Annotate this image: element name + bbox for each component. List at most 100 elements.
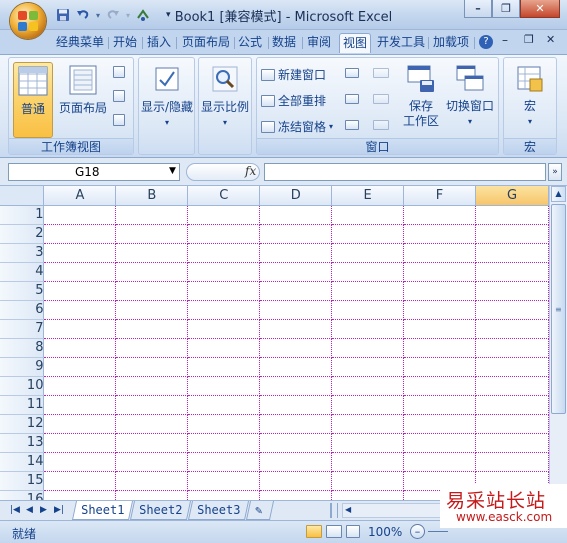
row-header[interactable]: 9 — [0, 357, 45, 377]
cell[interactable] — [187, 376, 261, 396]
cell[interactable] — [403, 433, 476, 453]
cell[interactable] — [403, 338, 476, 358]
cell[interactable] — [475, 433, 549, 453]
cell[interactable] — [331, 490, 405, 500]
zoom-button[interactable]: 显示比例 ▾ — [199, 62, 251, 138]
row-header[interactable]: 10 — [0, 376, 45, 396]
cell[interactable] — [259, 319, 333, 339]
row-header[interactable]: 15 — [0, 471, 45, 491]
close-button[interactable]: ✕ — [520, 0, 560, 18]
cell[interactable] — [403, 376, 476, 396]
vertical-scrollbar[interactable]: ▲ ≡ — [549, 186, 567, 500]
row-header[interactable]: 6 — [0, 300, 45, 320]
column-header-c[interactable]: C — [187, 186, 261, 206]
cell[interactable] — [259, 433, 333, 453]
cell[interactable] — [331, 452, 405, 472]
cell[interactable] — [115, 452, 189, 472]
cell[interactable] — [43, 281, 117, 301]
cell[interactable] — [259, 452, 333, 472]
cell[interactable] — [403, 281, 476, 301]
cell[interactable] — [331, 281, 405, 301]
cell[interactable] — [259, 243, 333, 263]
cell[interactable] — [187, 471, 261, 491]
expand-formula-bar-icon[interactable]: » — [548, 163, 562, 181]
cell[interactable] — [403, 262, 476, 282]
cell[interactable] — [475, 243, 549, 263]
cell[interactable] — [259, 471, 333, 491]
cell[interactable] — [331, 357, 405, 377]
column-header-g[interactable]: G — [475, 186, 549, 206]
tab-data[interactable]: 数据 — [270, 33, 298, 53]
cell[interactable] — [475, 338, 549, 358]
help-icon[interactable]: ? — [479, 35, 493, 49]
cell[interactable] — [187, 433, 261, 453]
ribbon-restore-icon[interactable]: ❐ — [524, 33, 534, 46]
cell[interactable] — [331, 224, 405, 244]
view-side-by-side-icon[interactable] — [373, 68, 389, 78]
cell[interactable] — [475, 224, 549, 244]
cell[interactable] — [115, 262, 189, 282]
row-header[interactable]: 12 — [0, 414, 45, 434]
cell[interactable] — [403, 357, 476, 377]
cell[interactable] — [259, 262, 333, 282]
cell[interactable] — [331, 338, 405, 358]
cell[interactable] — [187, 395, 261, 415]
cell[interactable] — [475, 319, 549, 339]
cell[interactable] — [475, 452, 549, 472]
cell[interactable] — [403, 414, 476, 434]
cell[interactable] — [259, 357, 333, 377]
cell[interactable] — [43, 395, 117, 415]
cell[interactable] — [187, 243, 261, 263]
cell[interactable] — [115, 300, 189, 320]
cell[interactable] — [187, 338, 261, 358]
cell[interactable] — [115, 357, 189, 377]
cell[interactable] — [115, 243, 189, 263]
cell[interactable] — [259, 338, 333, 358]
tab-review[interactable]: 审阅 — [305, 33, 333, 53]
first-sheet-icon[interactable]: |◀ — [10, 505, 20, 515]
cell[interactable] — [259, 395, 333, 415]
row-header[interactable]: 4 — [0, 262, 45, 282]
cell[interactable] — [187, 224, 261, 244]
cell[interactable] — [331, 262, 405, 282]
cell[interactable] — [187, 414, 261, 434]
tab-classic-menu[interactable]: 经典菜单 — [54, 33, 106, 53]
cell[interactable] — [43, 205, 117, 225]
insert-function-icon[interactable]: fx — [245, 164, 256, 178]
name-box-dropdown-icon[interactable]: ▼ — [169, 166, 176, 176]
tab-formulas[interactable]: 公式 — [236, 33, 264, 53]
zoom-out-icon[interactable]: – — [410, 524, 425, 539]
next-sheet-icon[interactable]: ▶ — [40, 505, 47, 515]
cell[interactable] — [115, 490, 189, 500]
macros-button[interactable]: 宏 ▾ — [504, 62, 556, 138]
cell[interactable] — [259, 205, 333, 225]
insert-sheet-tab[interactable]: ✎ — [245, 501, 275, 520]
cell[interactable] — [475, 395, 549, 415]
column-header-f[interactable]: F — [403, 186, 476, 206]
row-header[interactable]: 7 — [0, 319, 45, 339]
cell[interactable] — [403, 395, 476, 415]
scroll-left-icon[interactable]: ◀ — [345, 505, 351, 514]
sheet-tab-2[interactable]: Sheet2 — [129, 501, 192, 520]
freeze-panes-button[interactable]: 冻结窗格 ▾ — [261, 118, 333, 135]
switch-windows-button[interactable]: 切换窗口 ▾ — [443, 62, 497, 138]
row-header[interactable]: 1 — [0, 205, 45, 225]
cell[interactable] — [259, 490, 333, 500]
cell[interactable] — [259, 414, 333, 434]
synchronous-scrolling-icon[interactable] — [373, 94, 389, 104]
cell[interactable] — [43, 243, 117, 263]
cell[interactable] — [43, 262, 117, 282]
cell[interactable] — [187, 281, 261, 301]
row-header[interactable]: 13 — [0, 433, 45, 453]
zoom-slider[interactable] — [428, 531, 448, 532]
cell[interactable] — [475, 300, 549, 320]
cell[interactable] — [187, 205, 261, 225]
cell[interactable] — [475, 357, 549, 377]
formula-input[interactable] — [264, 163, 546, 181]
custom-views-icon[interactable] — [113, 90, 125, 102]
cell[interactable] — [403, 319, 476, 339]
cell[interactable] — [403, 224, 476, 244]
cell[interactable] — [43, 357, 117, 377]
cell[interactable] — [115, 376, 189, 396]
cell[interactable] — [259, 281, 333, 301]
